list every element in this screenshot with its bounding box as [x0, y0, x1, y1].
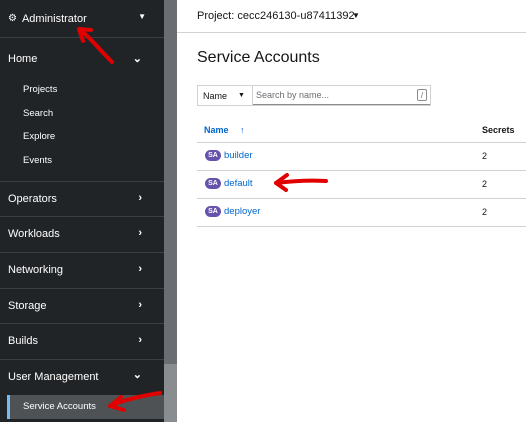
- nav-section-label: Storage: [8, 300, 47, 312]
- chevron-right-icon: ›: [138, 299, 142, 311]
- sidebar-scrollbar[interactable]: [164, 0, 177, 422]
- scrollbar-track[interactable]: [164, 0, 177, 364]
- row-name-link[interactable]: builder: [224, 150, 253, 161]
- table-row: SA builder 2: [197, 143, 526, 171]
- nav-section-builds[interactable]: Builds ›: [0, 324, 164, 360]
- nav-section-networking[interactable]: Networking ›: [0, 253, 164, 289]
- chevron-right-icon: ›: [138, 192, 142, 204]
- row-name-link[interactable]: deployer: [224, 206, 260, 217]
- search-input-wrapper: /: [253, 86, 430, 105]
- column-header-name[interactable]: Name: [204, 125, 229, 135]
- chevron-right-icon: ›: [138, 227, 142, 239]
- nav-item-service-accounts[interactable]: Service Accounts: [7, 395, 164, 419]
- nav-section-label[interactable]: Home: [8, 53, 37, 65]
- page-title: Service Accounts: [197, 49, 320, 66]
- nav-section-storage[interactable]: Storage ›: [0, 289, 164, 324]
- column-header-secrets[interactable]: Secrets: [482, 125, 515, 135]
- table-row: SA default 2: [197, 171, 526, 199]
- nav-section-label: Networking: [8, 264, 64, 276]
- perspective-switcher[interactable]: ⚙ Administrator ▼: [0, 0, 164, 38]
- filter-type-label: Name: [203, 91, 228, 101]
- caret-down-icon: ▼: [238, 92, 245, 99]
- cogs-icon: ⚙: [8, 13, 17, 24]
- chevron-right-icon: ›: [138, 263, 142, 275]
- nav-item-search[interactable]: Search: [23, 108, 53, 119]
- search-input[interactable]: [256, 88, 406, 102]
- nav-section-label: Operators: [8, 193, 57, 205]
- nav-section-label: Builds: [8, 335, 38, 347]
- nav-item-events[interactable]: Events: [23, 155, 52, 166]
- service-account-badge: SA: [205, 206, 221, 217]
- nav-item-projects[interactable]: Projects: [23, 84, 57, 95]
- nav-section-operators[interactable]: Operators ›: [0, 182, 164, 217]
- perspective-label: Administrator: [21, 12, 87, 25]
- chevron-right-icon: ›: [138, 334, 142, 346]
- row-secrets: 2: [482, 207, 488, 217]
- nav-item-explore[interactable]: Explore: [23, 131, 55, 142]
- service-account-badge: SA: [205, 150, 221, 161]
- sort-ascending-icon[interactable]: ↑: [240, 125, 245, 135]
- nav-section-home: Home ⌄ Projects Search Explore Events: [0, 39, 164, 182]
- row-secrets: 2: [482, 179, 488, 189]
- row-secrets: 2: [482, 151, 488, 161]
- table-row: SA deployer 2: [197, 199, 526, 227]
- caret-down-icon: ▼: [138, 12, 146, 21]
- service-account-badge: SA: [205, 178, 221, 189]
- nav-section-label[interactable]: User Management: [8, 371, 99, 383]
- caret-down-icon[interactable]: ▼: [352, 11, 360, 20]
- row-name-link[interactable]: default: [224, 178, 253, 189]
- keyboard-shortcut-hint: /: [417, 89, 427, 101]
- filter-toolbar: Name ▼ /: [197, 85, 431, 106]
- chevron-down-icon[interactable]: ⌄: [133, 52, 142, 65]
- project-bar: Project: cecc246130-u87411392 ▼: [177, 0, 526, 33]
- nav-section-workloads[interactable]: Workloads ›: [0, 217, 164, 253]
- nav-item-label: Service Accounts: [23, 401, 96, 412]
- chevron-down-icon[interactable]: ⌄: [133, 368, 142, 381]
- filter-type-dropdown[interactable]: Name ▼: [198, 86, 253, 105]
- nav-section-label: Workloads: [8, 228, 60, 240]
- project-selector[interactable]: Project: cecc246130-u87411392: [197, 10, 355, 22]
- sidebar: ⚙ Administrator ▼ Home ⌄ Projects Search…: [0, 0, 164, 422]
